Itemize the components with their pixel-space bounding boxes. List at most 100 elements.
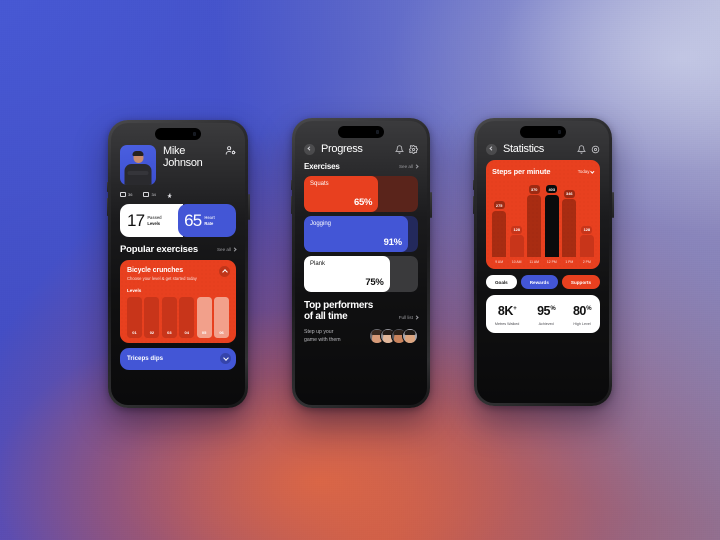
bar-column[interactable]: 128: [579, 185, 594, 257]
level-bar[interactable]: 05: [196, 296, 212, 338]
kpi-value-suffix: %: [550, 305, 556, 312]
exercise-percent: 75%: [365, 277, 384, 288]
exercise-percent: 91%: [383, 237, 402, 248]
level-bar-label: 04: [184, 329, 189, 335]
performer-avatar-group[interactable]: [369, 328, 418, 345]
chevron-up-icon[interactable]: [219, 266, 230, 277]
chevron-left-icon[interactable]: [486, 143, 497, 155]
filter-pill-supports[interactable]: Supports: [561, 275, 601, 289]
add-user-icon[interactable]: [225, 145, 236, 156]
bar-column[interactable]: 370: [527, 185, 542, 257]
level-bar-label: 01: [132, 329, 137, 335]
badge-screen: 34: [143, 192, 156, 197]
workout-icon: [120, 192, 126, 197]
badge-star: ★ 5: [166, 192, 173, 200]
exercise-progress-row[interactable]: Squats 65%: [304, 176, 418, 212]
page-title: Progress: [321, 143, 363, 155]
profile-name-line1: Mike: [163, 145, 186, 157]
steps-per-minute-chart-card: Steps per minute Today 275 128 370 403 346 12…: [486, 160, 600, 269]
x-axis-tick-label: 1 PM: [565, 260, 574, 264]
screen-icon: [143, 192, 150, 197]
stat-passed-levels[interactable]: 17 Passed Levels: [120, 204, 184, 237]
x-axis-tick-label: 12 PM: [546, 260, 557, 264]
exercise-progress-row[interactable]: Plank 75%: [304, 256, 418, 292]
filter-pill-group: Goals Rewards Supports: [485, 275, 601, 289]
bar: [579, 235, 594, 257]
filter-pill-goals[interactable]: Goals: [485, 275, 517, 289]
stat-heart-rate[interactable]: 65 Heart Rate: [178, 204, 236, 237]
stat-passed-levels-label-top: Passed: [147, 215, 162, 221]
kpi-item: 80% High Level: [572, 302, 592, 326]
bar-chart-x-axis: 9 AM 10 AM 11 AM 12 PM 1 PM 2 PM: [492, 260, 594, 264]
bar-value-label: 346: [563, 189, 575, 198]
badge-workout-value: 36: [128, 192, 133, 197]
exercise-card-bicycle-crunches[interactable]: Bicycle crunches Choose your level & get…: [120, 260, 236, 343]
exercise-name: Jogging: [310, 221, 332, 227]
stat-passed-levels-value: 17: [127, 210, 145, 230]
chart-title: Steps per minute: [492, 167, 551, 176]
gear-icon[interactable]: [591, 145, 600, 154]
kpi-value: 80%: [572, 304, 592, 318]
exercise-percent: 65%: [353, 197, 373, 208]
kpi-item: 95% Achieved: [537, 302, 556, 326]
bar: [509, 235, 524, 257]
level-bar[interactable]: 06: [214, 296, 230, 338]
bar-value-label: 128: [511, 225, 523, 234]
kpi-label: Achieved: [538, 322, 554, 326]
level-bar[interactable]: 02: [144, 296, 160, 338]
bell-icon[interactable]: [577, 144, 586, 154]
exercise-item-label: Triceps dips: [127, 355, 164, 363]
filter-pill-rewards[interactable]: Rewards: [520, 275, 558, 289]
top-performers-section[interactable]: Top performers of all time Full list Ste…: [304, 300, 419, 345]
kpi-value: 8K+: [497, 304, 517, 318]
screen-progress: Progress Exercises See all Squats 65% Jo…: [295, 121, 427, 405]
stat-heart-rate-label-bottom: Rate: [204, 220, 214, 226]
avatar: [120, 145, 156, 185]
chevron-right-icon: [414, 164, 419, 169]
top-performers-full-list[interactable]: Full list: [399, 315, 419, 320]
avatar[interactable]: [402, 328, 418, 345]
screen-statistics: Statistics Steps per minute Today 275 12…: [477, 121, 609, 403]
phone-mockup-statistics: Statistics Steps per minute Today 275 12…: [472, 118, 614, 406]
popular-exercises-header: Popular exercises See all: [120, 244, 237, 255]
chevron-down-icon: [590, 169, 595, 173]
bar-column[interactable]: 403: [544, 185, 559, 257]
bell-icon[interactable]: [395, 144, 404, 154]
dynamic-island: [338, 126, 384, 138]
chevron-right-icon: [414, 315, 419, 320]
phone-mockup-profile: Mike Johnson 36 34 ★ 5 17 Passed Levels …: [106, 120, 250, 408]
level-bar[interactable]: 01: [127, 296, 143, 338]
chevron-left-icon[interactable]: [304, 143, 315, 155]
bar-column[interactable]: 128: [509, 185, 524, 257]
screen-profile: Mike Johnson 36 34 ★ 5 17 Passed Levels …: [111, 123, 245, 405]
exercises-see-all[interactable]: See all: [399, 164, 419, 169]
badge-workout: 36: [120, 192, 132, 197]
bar: [527, 195, 542, 257]
badge-star-value: 5: [168, 192, 172, 197]
level-bar[interactable]: 03: [161, 296, 177, 338]
exercise-item-triceps-dips[interactable]: Triceps dips: [120, 347, 236, 370]
top-performers-title-line1: Top performers: [304, 300, 373, 311]
kpi-value: 95%: [537, 304, 556, 318]
top-performers-sub-line1: Step up your: [304, 329, 334, 336]
bar-value-label: 403: [546, 185, 558, 194]
bar: [562, 199, 577, 257]
kpi-item: 8K+ Metres Walked: [495, 302, 519, 326]
profile-badges: 36 34 ★ 5: [120, 192, 236, 200]
exercises-title: Exercises: [304, 162, 340, 171]
level-bar[interactable]: 04: [179, 296, 195, 338]
bar-value-label: 128: [581, 225, 593, 234]
chart-period-selector[interactable]: Today: [578, 169, 595, 174]
gear-icon[interactable]: [409, 144, 418, 154]
bar-value-label: 370: [528, 185, 540, 194]
bar-column[interactable]: 275: [492, 185, 507, 257]
bar-column[interactable]: 346: [562, 185, 577, 257]
exercise-name: Squats: [310, 181, 329, 187]
exercise-progress-row[interactable]: Jogging 91%: [304, 216, 418, 252]
x-axis-tick-label: 2 PM: [582, 260, 591, 264]
progress-top-bar: Progress: [304, 143, 418, 155]
exercises-header: Exercises See all: [304, 162, 419, 171]
popular-exercises-see-all[interactable]: See all: [217, 247, 237, 252]
chevron-down-icon[interactable]: [220, 353, 231, 365]
level-bar-label: 02: [149, 329, 155, 335]
